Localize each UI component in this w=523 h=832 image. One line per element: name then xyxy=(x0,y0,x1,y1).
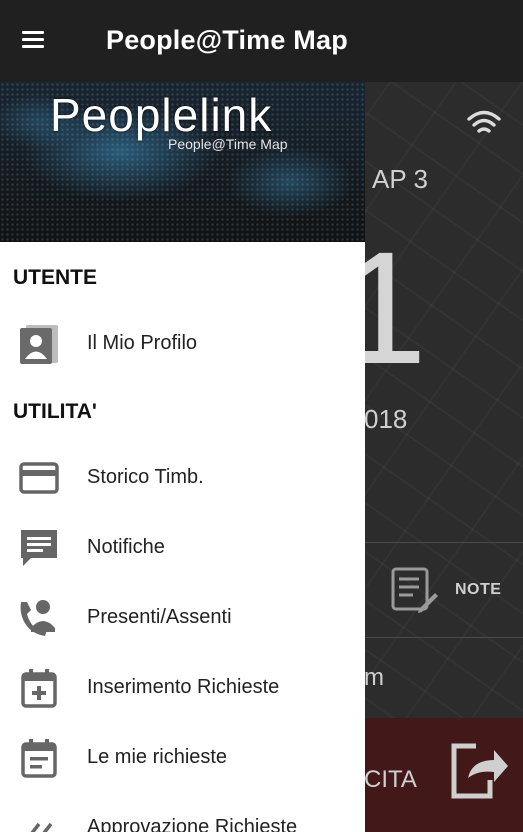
date-label: 018 xyxy=(364,404,408,434)
brand-logo: Peoplelink xyxy=(50,89,273,141)
wifi-icon xyxy=(467,110,501,133)
card-icon xyxy=(19,462,59,494)
menu-item-notifiche[interactable]: Notifiche xyxy=(0,518,365,578)
menu-item-label: Notifiche xyxy=(87,536,165,558)
note-action[interactable]: NOTE xyxy=(365,542,523,638)
menu-item-label: Approvazione Richieste xyxy=(87,816,298,832)
section-title-utente: UTENTE xyxy=(13,266,97,289)
menu-item-label: Il Mio Profilo xyxy=(87,332,198,354)
menu-item-label: Inserimento Richieste xyxy=(87,676,280,698)
menu-item-label: Le mie richieste xyxy=(87,746,228,768)
drawer-header: Peoplelink People@Time Map xyxy=(0,82,365,242)
section-title-utilita: UTILITA' xyxy=(13,400,97,423)
hamburger-menu-icon[interactable] xyxy=(22,31,44,49)
menu-item-profile[interactable]: Il Mio Profilo xyxy=(0,314,365,374)
menu-item-inserimento-richieste[interactable]: Inserimento Richieste xyxy=(0,658,365,718)
calendar-list-icon xyxy=(21,739,57,778)
menu-item-approvazione-richieste[interactable]: Approvazione Richieste xyxy=(0,798,365,832)
app-bar: People@Time Map xyxy=(0,0,523,82)
menu-item-presenti-assenti[interactable]: Presenti/Assenti xyxy=(0,588,365,648)
exit-icon xyxy=(451,743,508,799)
menu-item-storico-timb[interactable]: Storico Timb. xyxy=(0,448,365,508)
note-label: NOTE xyxy=(455,581,502,598)
station-label: AP 3 xyxy=(372,164,428,194)
double-check-icon xyxy=(30,822,53,832)
navigation-drawer: UTENTE Il Mio Profilo UTILITA' Storico T… xyxy=(0,242,365,832)
comment-icon xyxy=(21,530,57,566)
profile-icon xyxy=(20,325,58,364)
calendar-plus-icon xyxy=(21,669,57,708)
note-icon xyxy=(391,567,438,613)
person-phone-icon xyxy=(20,600,55,636)
brand-subtitle: People@Time Map xyxy=(168,136,288,152)
menu-item-label: Presenti/Assenti xyxy=(87,606,232,628)
app-title: People@Time Map xyxy=(106,25,348,55)
menu-item-le-mie-richieste[interactable]: Le mie richieste xyxy=(0,728,365,788)
menu-item-label: Storico Timb. xyxy=(87,466,204,488)
exit-label: CITA xyxy=(364,766,417,793)
location-label: m xyxy=(364,664,384,691)
